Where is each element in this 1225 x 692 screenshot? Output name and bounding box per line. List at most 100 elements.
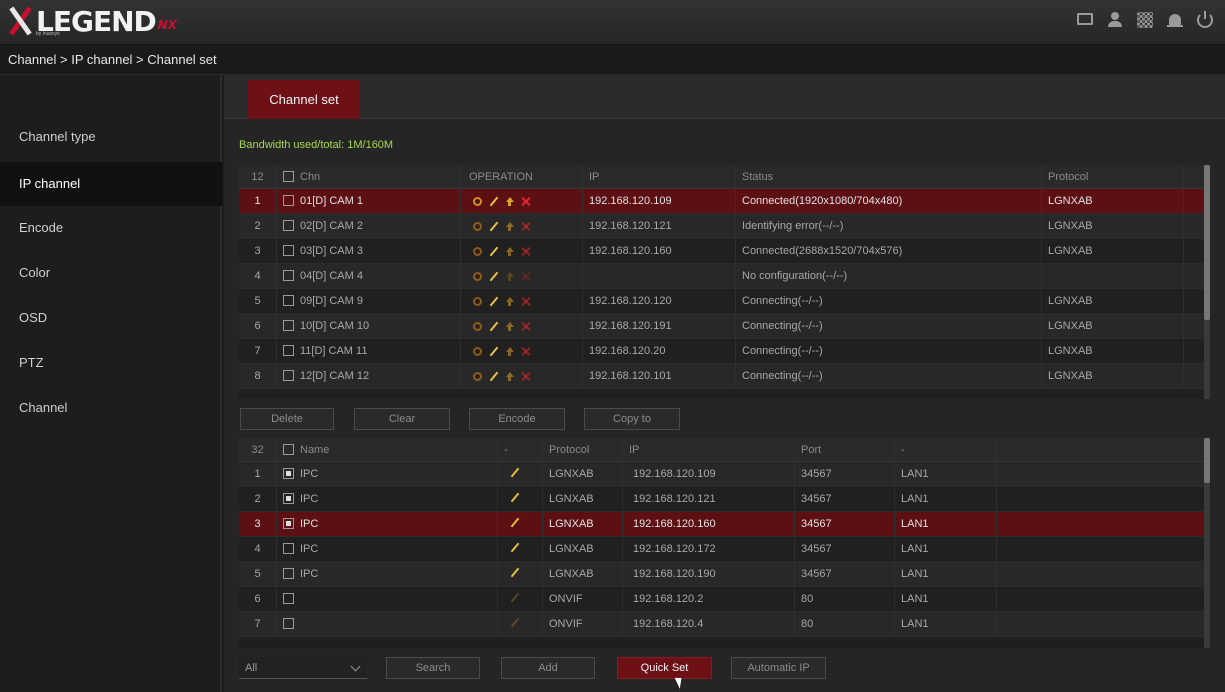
- delete-button[interactable]: Delete: [240, 408, 334, 430]
- power-icon[interactable]: [1197, 11, 1213, 28]
- channel-scrollbar[interactable]: [1204, 165, 1210, 399]
- sidebar-item-ip-channel[interactable]: IP channel: [0, 162, 222, 206]
- clear-button[interactable]: Clear: [354, 408, 450, 430]
- copy-to-button[interactable]: Copy to: [584, 408, 680, 430]
- row-checkbox[interactable]: [283, 345, 294, 356]
- device-scrollbar[interactable]: [1204, 438, 1210, 648]
- delete-icon[interactable]: [521, 272, 530, 281]
- row-checkbox[interactable]: [283, 568, 294, 579]
- settings-icon[interactable]: [473, 196, 482, 206]
- row-checkbox[interactable]: [283, 220, 294, 231]
- edit-icon[interactable]: [489, 197, 498, 206]
- delete-icon[interactable]: [521, 222, 530, 231]
- row-checkbox[interactable]: [283, 270, 294, 281]
- encode-button[interactable]: Encode: [469, 408, 565, 430]
- device-port: 34567: [795, 487, 895, 511]
- channel-scroll-thumb[interactable]: [1204, 165, 1210, 320]
- table-row[interactable]: 7 11[D] CAM 11 192.168.120.20 Connecting(--…: [239, 339, 1210, 364]
- sidebar-item-ptz[interactable]: PTZ: [0, 341, 222, 385]
- delete-icon[interactable]: [521, 247, 530, 256]
- filter-select[interactable]: All: [239, 657, 367, 679]
- table-row[interactable]: 4 04[D] CAM 4 No configuration(--/--): [239, 264, 1210, 289]
- edit-icon[interactable]: [489, 297, 498, 306]
- settings-icon[interactable]: [473, 271, 482, 281]
- settings-icon[interactable]: [473, 296, 482, 306]
- alarm-icon[interactable]: [1167, 12, 1183, 28]
- delete-icon[interactable]: [521, 297, 530, 306]
- sidebar-item-osd[interactable]: OSD: [0, 296, 222, 340]
- table-row[interactable]: 3 IPC LGNXAB 192.168.120.160 34567 LAN1: [239, 512, 1210, 537]
- table-row[interactable]: 6 10[D] CAM 10 192.168.120.191 Connecting(-…: [239, 314, 1210, 339]
- edit-icon[interactable]: [489, 372, 498, 381]
- table-row[interactable]: 5 IPC LGNXAB 192.168.120.190 34567 LAN1: [239, 562, 1210, 587]
- table-row[interactable]: 1 IPC LGNXAB 192.168.120.109 34567 LAN1: [239, 462, 1210, 487]
- table-row[interactable]: 1 01[D] CAM 1 192.168.120.109 Connected(192…: [239, 189, 1210, 214]
- upload-icon[interactable]: [505, 196, 514, 206]
- delete-icon[interactable]: [521, 347, 530, 356]
- row-checkbox[interactable]: [283, 543, 294, 554]
- pencil-icon[interactable]: [510, 543, 519, 552]
- upload-icon[interactable]: [505, 271, 514, 281]
- select-all-checkbox[interactable]: [283, 171, 294, 182]
- upload-icon[interactable]: [505, 346, 514, 356]
- select-all-devices-checkbox[interactable]: [283, 444, 294, 455]
- sidebar-item-channel[interactable]: Channel: [0, 386, 222, 430]
- table-row[interactable]: 5 09[D] CAM 9 192.168.120.120 Connecting(--…: [239, 289, 1210, 314]
- quick-set-button[interactable]: Quick Set: [617, 657, 712, 679]
- row-checkbox[interactable]: [283, 320, 294, 331]
- user-icon[interactable]: [1107, 12, 1123, 28]
- row-checkbox[interactable]: [283, 295, 294, 306]
- sidebar-item-encode[interactable]: Encode: [0, 206, 222, 250]
- settings-icon[interactable]: [473, 246, 482, 256]
- delete-icon[interactable]: [521, 322, 530, 331]
- edit-icon[interactable]: [489, 222, 498, 231]
- automatic-ip-button[interactable]: Automatic IP: [731, 657, 826, 679]
- table-row[interactable]: 7 ONVIF 192.168.120.4 80 LAN1: [239, 612, 1210, 637]
- device-scroll-thumb[interactable]: [1204, 438, 1210, 483]
- monitor-icon[interactable]: [1077, 13, 1093, 25]
- row-checkbox[interactable]: [283, 245, 294, 256]
- pencil-icon[interactable]: [510, 593, 519, 602]
- table-row[interactable]: 6 ONVIF 192.168.120.2 80 LAN1: [239, 587, 1210, 612]
- pencil-icon[interactable]: [510, 618, 519, 627]
- row-checkbox[interactable]: [283, 195, 294, 206]
- add-button[interactable]: Add: [501, 657, 595, 679]
- edit-icon[interactable]: [489, 247, 498, 256]
- delete-icon[interactable]: [521, 197, 530, 206]
- sidebar-item-channel-type[interactable]: Channel type: [0, 115, 222, 159]
- delete-icon[interactable]: [521, 372, 530, 381]
- qr-code-icon[interactable]: [1137, 12, 1153, 28]
- table-row[interactable]: 8 12[D] CAM 12 192.168.120.101 Connecting(-…: [239, 364, 1210, 389]
- search-button[interactable]: Search: [386, 657, 480, 679]
- table-row[interactable]: 3 03[D] CAM 3 192.168.120.160 Connected(268…: [239, 239, 1210, 264]
- row-checkbox[interactable]: [283, 370, 294, 381]
- upload-icon[interactable]: [505, 246, 514, 256]
- settings-icon[interactable]: [473, 221, 482, 231]
- upload-icon[interactable]: [505, 371, 514, 381]
- row-checkbox[interactable]: [283, 518, 294, 529]
- pencil-icon[interactable]: [510, 518, 519, 527]
- upload-icon[interactable]: [505, 321, 514, 331]
- table-row[interactable]: 2 02[D] CAM 2 192.168.120.121 Identifying e…: [239, 214, 1210, 239]
- row-checkbox[interactable]: [283, 618, 294, 629]
- tab-channel-set[interactable]: Channel set: [248, 80, 360, 119]
- row-checkbox[interactable]: [283, 468, 294, 479]
- table-row[interactable]: 4 IPC LGNXAB 192.168.120.172 34567 LAN1: [239, 537, 1210, 562]
- row-checkbox[interactable]: [283, 493, 294, 504]
- channel-protocol: LGNXAB: [1042, 364, 1184, 388]
- table-row[interactable]: 2 IPC LGNXAB 192.168.120.121 34567 LAN1: [239, 487, 1210, 512]
- upload-icon[interactable]: [505, 221, 514, 231]
- settings-icon[interactable]: [473, 321, 482, 331]
- edit-icon[interactable]: [489, 322, 498, 331]
- edit-icon[interactable]: [489, 272, 498, 281]
- pencil-icon[interactable]: [510, 493, 519, 502]
- sidebar-item-color[interactable]: Color: [0, 251, 222, 295]
- settings-icon[interactable]: [473, 346, 482, 356]
- channel-table-header: 12 Chn OPERATION IP Status Protocol: [239, 165, 1210, 189]
- settings-icon[interactable]: [473, 371, 482, 381]
- pencil-icon[interactable]: [510, 568, 519, 577]
- pencil-icon[interactable]: [510, 468, 519, 477]
- row-checkbox[interactable]: [283, 593, 294, 604]
- edit-icon[interactable]: [489, 347, 498, 356]
- upload-icon[interactable]: [505, 296, 514, 306]
